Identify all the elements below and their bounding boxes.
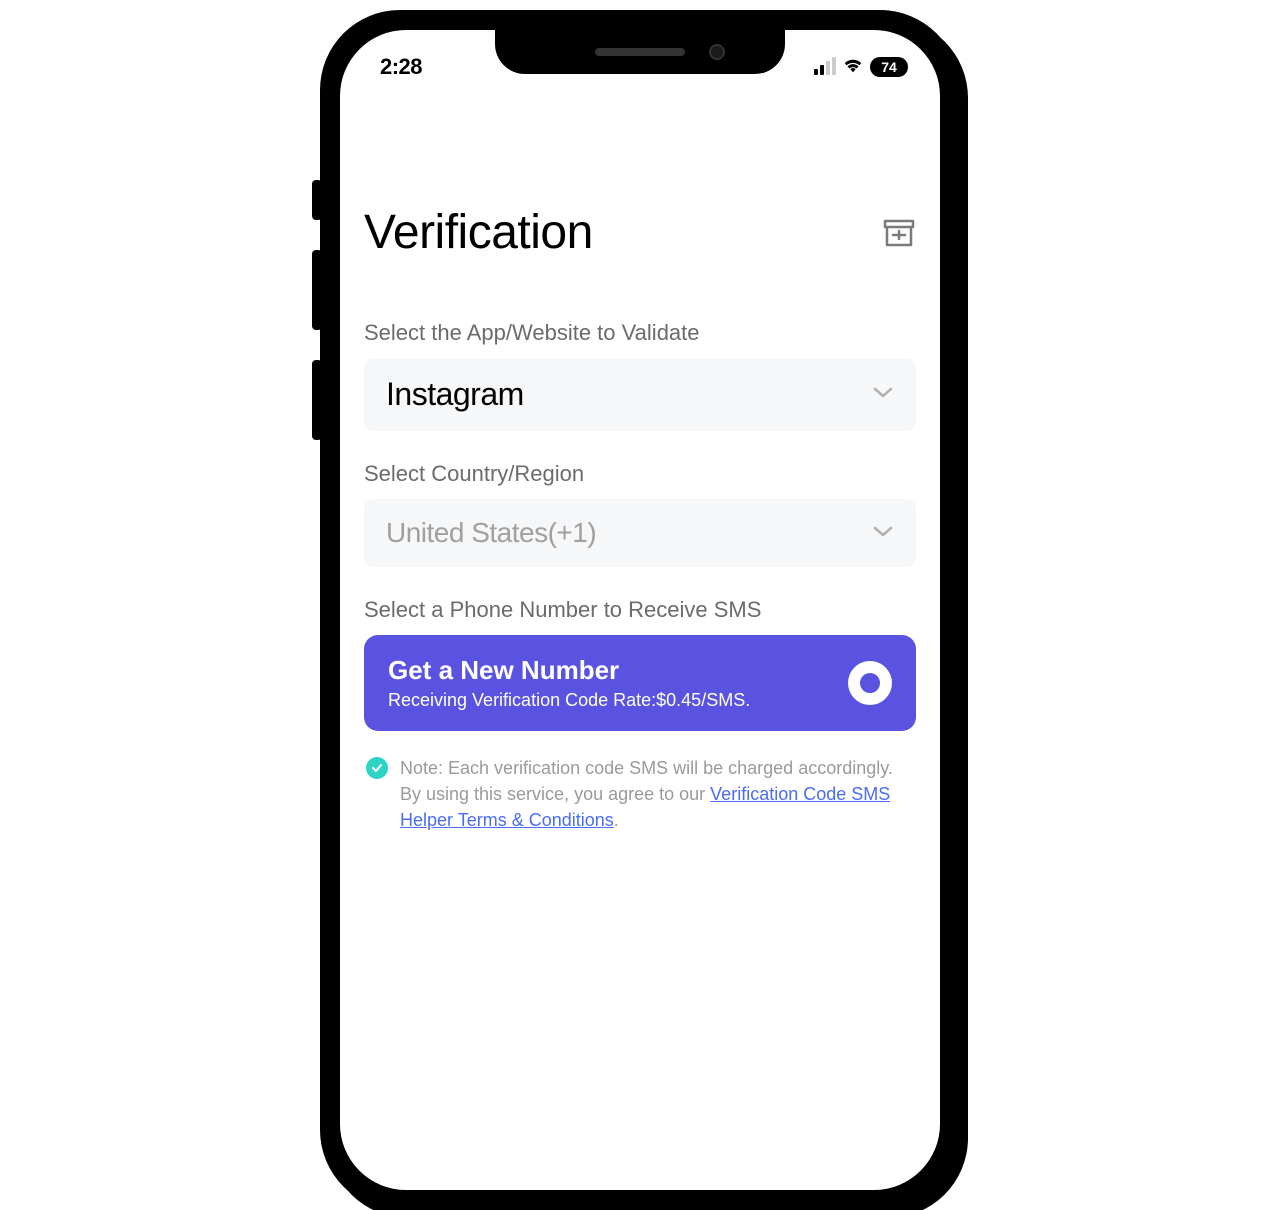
cellular-signal-icon (814, 59, 836, 75)
page-header: Verification (364, 205, 916, 260)
sms-select-label: Select a Phone Number to Receive SMS (364, 597, 916, 623)
phone-notch (495, 30, 785, 74)
cta-text: Get a New Number Receiving Verification … (388, 655, 750, 711)
cta-subtitle: Receiving Verification Code Rate:$0.45/S… (388, 690, 750, 711)
note-text: Note: Each verification code SMS will be… (400, 755, 914, 833)
phone-frame: 2:28 74 (320, 10, 960, 1210)
wifi-icon (842, 56, 864, 79)
phone-mockup: 2:28 74 (320, 10, 960, 1210)
status-indicators: 74 (814, 56, 908, 79)
battery-indicator: 74 (870, 57, 908, 77)
region-select-value: United States(+1) (386, 517, 596, 549)
chevron-down-icon (872, 385, 894, 404)
app-select-value: Instagram (386, 376, 524, 413)
note-row: Note: Each verification code SMS will be… (364, 755, 916, 833)
phone-screen: 2:28 74 (340, 30, 940, 1190)
chevron-down-icon (872, 524, 894, 543)
region-select-label: Select Country/Region (364, 461, 916, 487)
note-suffix: . (614, 810, 619, 830)
status-time: 2:28 (380, 54, 422, 80)
app-select[interactable]: Instagram (364, 358, 916, 431)
main-content: Verification Select the App/Website to V… (340, 90, 940, 833)
page-title: Verification (364, 205, 593, 260)
archive-icon[interactable] (882, 217, 916, 249)
cta-title: Get a New Number (388, 655, 750, 686)
check-circle-icon (366, 757, 388, 779)
get-number-button[interactable]: Get a New Number Receiving Verification … (364, 635, 916, 731)
radio-selected-icon (848, 661, 892, 705)
app-select-label: Select the App/Website to Validate (364, 320, 916, 346)
region-select[interactable]: United States(+1) (364, 499, 916, 567)
